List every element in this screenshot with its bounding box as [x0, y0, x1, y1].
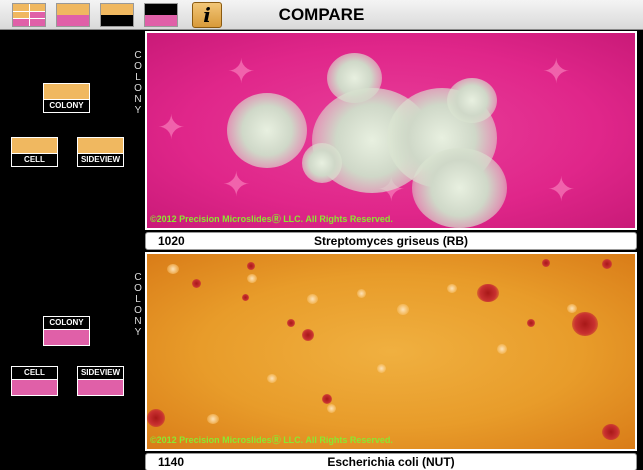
page-title: COMPARE	[278, 5, 365, 24]
copyright-notice-1: ©2012 Precision MicroslidesⓇ LLC. All Ri…	[150, 214, 393, 224]
colony-photo-2: ©2012 Precision MicroslidesⓇ LLC. All Ri…	[145, 252, 637, 451]
view-label-colony-2: COLONY	[134, 272, 142, 338]
caption-bar-2: 1140 Escherichia coli (NUT)	[145, 453, 637, 470]
colony-button-1[interactable]: COLONY	[43, 83, 90, 113]
organism-name-2: Escherichia coli (NUT)	[327, 455, 455, 469]
toolbar: i COMPARE	[0, 0, 643, 30]
caption-bar-1: 1020 Streptomyces griseus (RB)	[145, 232, 637, 250]
sideview-button-2[interactable]: SIDEVIEW	[77, 366, 124, 396]
cell-button-1[interactable]: CELL	[11, 137, 58, 167]
sideview-button-1[interactable]: SIDEVIEW	[77, 137, 124, 167]
cell-button-2[interactable]: CELL	[11, 366, 58, 396]
copyright-notice-2: ©2012 Precision MicroslidesⓇ LLC. All Ri…	[150, 435, 393, 445]
colony-button-2[interactable]: COLONY	[43, 316, 90, 346]
view-label-colony-1: COLONY	[134, 50, 142, 116]
colony-photo-1: ✦ ✦ ✦ ✦ ✦ ✦ ©2012 Precision MicroslidesⓇ…	[145, 31, 637, 230]
organism-name-1: Streptomyces griseus (RB)	[313, 234, 469, 248]
